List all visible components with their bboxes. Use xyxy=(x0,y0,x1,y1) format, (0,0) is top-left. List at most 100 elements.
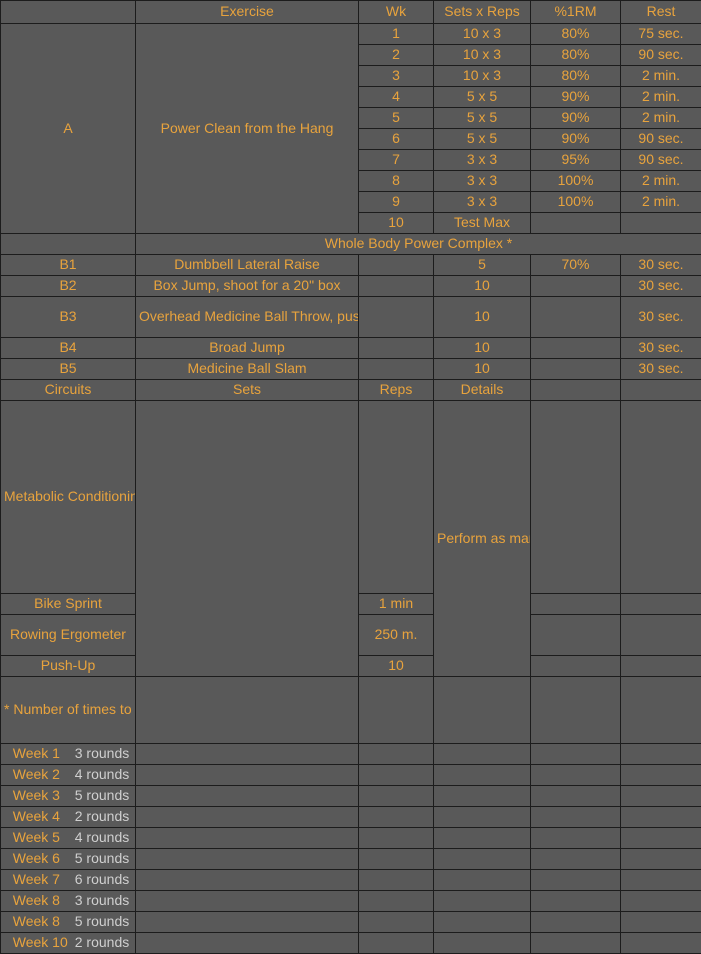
footnote-blank-5 xyxy=(531,891,621,912)
power-complex-exercise: Overhead Medicine Ball Throw, push press… xyxy=(136,297,359,338)
circuits-header-blank-6 xyxy=(621,380,701,401)
block-a-wk: 3 xyxy=(359,66,434,87)
footnote-blank-3 xyxy=(359,870,434,891)
block-a-pct: 100% xyxy=(531,192,621,213)
footnote-blank-6 xyxy=(621,849,701,870)
power-complex-pct xyxy=(531,359,621,380)
footnote-week-cell: Week 42 rounds xyxy=(1,807,136,828)
power-complex-sets-reps: 5 xyxy=(434,255,531,276)
footnote-blank-5 xyxy=(531,765,621,786)
footnote-blank-4 xyxy=(434,891,531,912)
metabolic-item-name: Rowing Ergometer xyxy=(1,615,136,656)
footnote-blank-6 xyxy=(621,912,701,933)
footnote-week-row: Week 24 rounds xyxy=(1,765,701,786)
footnote-title-row: * Number of times to perform: xyxy=(1,677,701,744)
metabolic-conditioning-row: Metabolic Conditioning Perform as many t… xyxy=(1,401,701,594)
power-complex-sets-reps: 10 xyxy=(434,359,531,380)
power-complex-title-row: Whole Body Power Complex * xyxy=(1,234,701,255)
power-complex-wk-blank xyxy=(359,297,434,338)
footnote-blank-2 xyxy=(136,807,359,828)
power-complex-pct xyxy=(531,297,621,338)
block-a-rest xyxy=(621,213,701,234)
footnote-blank-5 xyxy=(531,933,621,954)
footnote-blank-2 xyxy=(136,744,359,765)
power-complex-wk-blank xyxy=(359,338,434,359)
block-a-pct: 80% xyxy=(531,45,621,66)
footnote-blank-5 xyxy=(531,870,621,891)
footnote-week-row: Week 83 rounds xyxy=(1,891,701,912)
footnote-blank-6 xyxy=(621,933,701,954)
power-complex-rest: 30 sec. xyxy=(621,338,701,359)
footnote-blank-2 xyxy=(136,786,359,807)
footnote-week-row: Week 42 rounds xyxy=(1,807,701,828)
metabolic-blank-6 xyxy=(621,656,701,677)
footnote-week-rounds: 4 rounds xyxy=(75,766,129,783)
power-complex-wk-blank xyxy=(359,276,434,297)
footnote-blank-3 xyxy=(359,765,434,786)
footnote-blank-3 xyxy=(359,807,434,828)
footnote-blank-2 xyxy=(136,828,359,849)
power-complex-sets-reps: 10 xyxy=(434,338,531,359)
power-complex-rest: 30 sec. xyxy=(621,276,701,297)
footnote-blank-5 xyxy=(531,828,621,849)
footnote-blank-4 xyxy=(434,765,531,786)
footnote-blank-4 xyxy=(434,786,531,807)
block-a-sets-reps: 3 x 3 xyxy=(434,171,531,192)
footnote-week-rounds: 6 rounds xyxy=(75,871,129,888)
footnote-week-cell: Week 102 rounds xyxy=(1,933,136,954)
power-complex-row-b1: B1 Dumbbell Lateral Raise 5 70% 30 sec. xyxy=(1,255,701,276)
block-a-rest: 90 sec. xyxy=(621,150,701,171)
header-cell-exercise: Exercise xyxy=(136,1,359,24)
footnote-week-row: Week 85 rounds xyxy=(1,912,701,933)
metabolic-reps-blank xyxy=(359,401,434,594)
footnote-blank-3 xyxy=(359,744,434,765)
metabolic-blank-6 xyxy=(621,401,701,594)
footnote-blank-3 xyxy=(359,849,434,870)
footnote-blank-4 xyxy=(434,677,531,744)
footnote-blank-3 xyxy=(359,933,434,954)
block-a-row-1: A Power Clean from the Hang 1 10 x 3 80%… xyxy=(1,24,701,45)
footnote-blank-2 xyxy=(136,870,359,891)
circuits-header-reps: Reps xyxy=(359,380,434,401)
power-complex-title: Whole Body Power Complex * xyxy=(136,234,701,255)
circuits-header-row: Circuits Sets Reps Details xyxy=(1,380,701,401)
footnote-blank-6 xyxy=(621,870,701,891)
power-complex-pct: 70% xyxy=(531,255,621,276)
block-a-rest: 2 min. xyxy=(621,66,701,87)
power-complex-rest: 30 sec. xyxy=(621,359,701,380)
block-a-wk: 6 xyxy=(359,129,434,150)
power-complex-row-b3: B3 Overhead Medicine Ball Throw, push pr… xyxy=(1,297,701,338)
power-complex-exercise: Broad Jump xyxy=(136,338,359,359)
footnote-blank-6 xyxy=(621,786,701,807)
footnote-blank-2 xyxy=(136,891,359,912)
block-a-wk: 2 xyxy=(359,45,434,66)
block-a-pct: 90% xyxy=(531,108,621,129)
block-a-rest: 90 sec. xyxy=(621,45,701,66)
block-a-sets-reps: Test Max xyxy=(434,213,531,234)
footnote-title: * Number of times to perform: xyxy=(1,677,136,744)
footnote-blank-4 xyxy=(434,744,531,765)
footnote-week-row: Week 35 rounds xyxy=(1,786,701,807)
metabolic-conditioning-label: Metabolic Conditioning xyxy=(1,401,136,594)
block-a-wk: 5 xyxy=(359,108,434,129)
power-complex-sets-reps: 10 xyxy=(434,276,531,297)
footnote-week-rounds: 4 rounds xyxy=(75,829,129,846)
footnote-blank-5 xyxy=(531,912,621,933)
footnote-week-cell: Week 83 rounds xyxy=(1,891,136,912)
power-complex-wk-blank xyxy=(359,255,434,276)
footnote-blank-2 xyxy=(136,849,359,870)
metabolic-blank-5 xyxy=(531,594,621,615)
footnote-week-rounds: 3 rounds xyxy=(75,892,129,909)
footnote-week-rounds: 2 rounds xyxy=(75,934,129,951)
footnote-blank-3 xyxy=(359,786,434,807)
footnote-week-cell: Week 24 rounds xyxy=(1,765,136,786)
block-a-pct: 80% xyxy=(531,24,621,45)
footnote-week-label: Week 7 xyxy=(7,871,75,888)
block-a-sets-reps: 10 x 3 xyxy=(434,24,531,45)
block-a-sets-reps: 5 x 5 xyxy=(434,108,531,129)
metabolic-blank-5 xyxy=(531,615,621,656)
block-a-label: A xyxy=(1,24,136,234)
footnote-week-label: Week 8 xyxy=(7,913,75,930)
power-complex-exercise: Medicine Ball Slam xyxy=(136,359,359,380)
header-cell-pct-1rm: %1RM xyxy=(531,1,621,24)
